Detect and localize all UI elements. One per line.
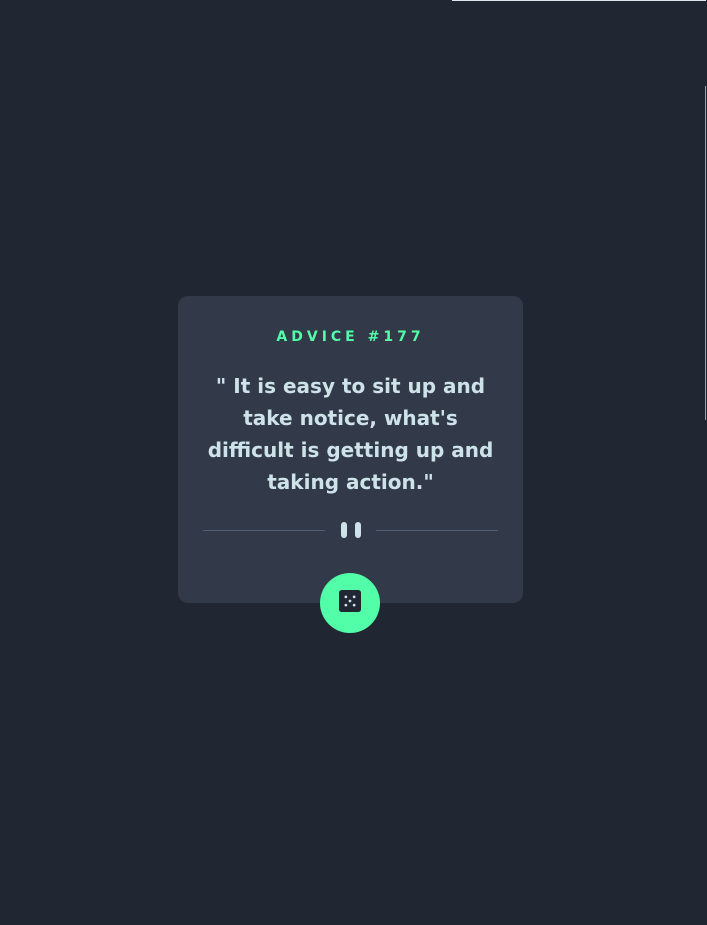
divider-line-right — [376, 530, 498, 531]
divider — [203, 521, 498, 539]
generate-advice-button[interactable] — [320, 573, 380, 633]
advice-quote: " It is easy to sit up and take notice, … — [207, 374, 494, 494]
pause-icon — [341, 522, 361, 538]
top-edge-line — [452, 0, 706, 1]
dice-icon — [339, 590, 361, 612]
right-edge-line — [705, 86, 706, 420]
pause-bar-right — [355, 522, 361, 538]
advice-number-label: ADVICE #177 — [276, 329, 425, 345]
divider-line-left — [203, 530, 325, 531]
pause-bar-left — [341, 522, 347, 538]
